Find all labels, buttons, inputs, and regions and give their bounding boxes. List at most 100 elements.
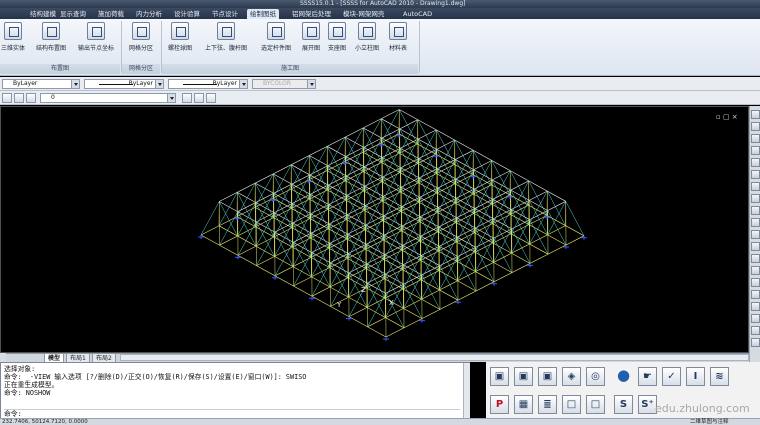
cube-icon[interactable]: ◈ <box>562 367 581 386</box>
cube-icon[interactable]: ▣ <box>490 367 509 386</box>
grid-partition-icon <box>132 22 150 40</box>
palette-icon[interactable] <box>751 278 760 287</box>
stack-icon[interactable]: ≣ <box>538 395 557 414</box>
zhankai-button[interactable]: 展开图 <box>300 21 322 63</box>
tab-autocad[interactable]: AutoCAD <box>403 9 432 19</box>
lineweight-combo[interactable]: ByLayer <box>168 79 248 89</box>
tab-shijia-hezai[interactable]: 施加荷载 <box>98 9 124 19</box>
palette-icon[interactable] <box>751 182 760 191</box>
palette-icon[interactable] <box>751 266 760 275</box>
zhizuo-button[interactable]: 支座图 <box>326 21 348 63</box>
cube-icon[interactable]: ◎ <box>586 367 605 386</box>
chevron-down-icon <box>307 80 315 88</box>
tab-jiegou-jianmo[interactable]: 结构建模 <box>30 9 56 19</box>
unfold-icon <box>302 22 320 40</box>
selected-member-icon <box>267 22 285 40</box>
grid-member <box>345 166 365 201</box>
grid-member <box>529 210 548 245</box>
grid-member <box>399 138 419 173</box>
palette-icon[interactable] <box>751 230 760 239</box>
chevron-down-icon <box>155 80 163 88</box>
cube-icon[interactable]: ▣ <box>538 367 557 386</box>
xuanding-gangjian-button[interactable]: 选定杆件图 <box>256 21 296 63</box>
cailiaobiao-button[interactable]: 材料表 <box>386 21 410 63</box>
layers-icon[interactable]: ≋ <box>710 367 729 386</box>
text-cursor-icon[interactable]: I <box>686 367 705 386</box>
palette-icon[interactable] <box>751 158 760 167</box>
palette-icon[interactable] <box>751 122 760 131</box>
xianfugan-button[interactable]: 上下弦、腹杆图 <box>200 21 252 63</box>
palette-icon[interactable] <box>751 218 760 227</box>
block-icon[interactable]: ▦ <box>514 395 533 414</box>
tab-mokuai-wangjia[interactable]: 模块-网架网壳 <box>343 9 384 19</box>
hand-icon[interactable]: ☛ <box>638 367 657 386</box>
square-icon[interactable]: □ <box>586 395 605 414</box>
layer-combo[interactable]: 0 <box>40 93 176 103</box>
square-icon[interactable]: □ <box>562 395 581 414</box>
tab-neili-fenxi[interactable]: 内力分析 <box>136 9 162 19</box>
luoshuanqiu-button[interactable]: 螺栓球图 <box>164 21 196 63</box>
shuchu-jiedian-button[interactable]: 输出节点坐标 <box>74 21 118 63</box>
make-current-icon[interactable] <box>182 93 192 103</box>
light-bulb-icon[interactable] <box>14 93 24 103</box>
command-input[interactable]: 命令: <box>4 409 460 418</box>
viewport-controls[interactable]: ▫ ▢ × <box>716 113 738 121</box>
grid-member <box>438 217 457 252</box>
color-combo[interactable]: ByLayer <box>2 79 80 89</box>
grid-member <box>236 182 256 217</box>
palette-icon[interactable] <box>751 302 760 311</box>
wangge-fenqu-button[interactable]: 网格分区 <box>124 21 158 63</box>
grid-member <box>454 150 474 184</box>
command-window[interactable]: 选择对象: 命令: _-VIEW 输入选项 [?/删除(D)/正交(O)/恢复(… <box>0 362 470 425</box>
palette-icon[interactable] <box>751 326 760 335</box>
palette-icon[interactable] <box>751 110 760 119</box>
palette-icon[interactable] <box>751 338 760 347</box>
ucs-axis-label: Z <box>361 286 366 294</box>
palette-icon[interactable] <box>751 290 760 299</box>
palette-icon[interactable] <box>751 146 760 155</box>
layer-properties-icon[interactable] <box>2 93 12 103</box>
layer-states-icon[interactable] <box>206 93 216 103</box>
palette-icon[interactable] <box>751 194 760 203</box>
support-mark <box>455 300 461 305</box>
palette-icon[interactable] <box>751 254 760 263</box>
grid-member <box>310 223 330 258</box>
grid-member <box>237 202 256 237</box>
palette-icon[interactable] <box>751 134 760 143</box>
xiaolizhu-button[interactable]: 小立柱图 <box>352 21 382 63</box>
tab-xianshi-chaxun[interactable]: 显示查询 <box>60 9 86 19</box>
grid-member <box>346 185 365 220</box>
support-mark <box>309 296 315 301</box>
tab-jiedian-sheji[interactable]: 节点设计 <box>212 9 238 19</box>
checkbox-icon[interactable]: ✓ <box>662 367 681 386</box>
tab-sheji-yansuan[interactable]: 设计验算 <box>174 9 200 19</box>
tab-huizhi-tuzhi[interactable]: 绘制图纸 <box>247 9 279 19</box>
grid-member <box>218 192 238 226</box>
sphere-icon[interactable]: ● <box>614 367 633 386</box>
palette-icon[interactable] <box>751 170 760 179</box>
palette-icon[interactable] <box>751 242 760 251</box>
cube-icon[interactable]: ▣ <box>514 367 533 386</box>
workspace-label[interactable]: 二维草图与注释 <box>690 419 729 425</box>
pdf-icon[interactable]: P <box>490 395 509 414</box>
plotstyle-combo: BYCOLOR <box>252 79 316 89</box>
linetype-combo[interactable]: ByLayer <box>84 79 164 89</box>
tab-lvwangjia[interactable]: 铝网架后处理 <box>292 9 331 19</box>
palette-icon[interactable] <box>751 206 760 215</box>
cursor-pointer-icon[interactable] <box>26 93 36 103</box>
sanwei-shiti-button[interactable]: 三维实体 <box>0 21 26 63</box>
grid-member <box>547 201 566 235</box>
support-mark <box>581 235 587 240</box>
command-scrollbar[interactable] <box>463 363 470 424</box>
grid-member <box>401 216 421 251</box>
command-history-line: 选择对象: <box>4 365 36 373</box>
grid-member <box>383 206 402 241</box>
horizontal-scrollbar[interactable] <box>120 354 749 361</box>
palette-icon[interactable] <box>751 314 760 323</box>
s-icon[interactable]: S <box>614 395 633 414</box>
grid-member <box>344 127 364 162</box>
jiegou-buzhi-button[interactable]: 结构布置图 <box>32 21 70 63</box>
layer-previous-icon[interactable] <box>194 93 204 103</box>
command-history-line: 命令: NOSHOW <box>4 389 51 397</box>
drawing-viewport[interactable]: Z X Y ▫ ▢ × <box>0 106 749 353</box>
